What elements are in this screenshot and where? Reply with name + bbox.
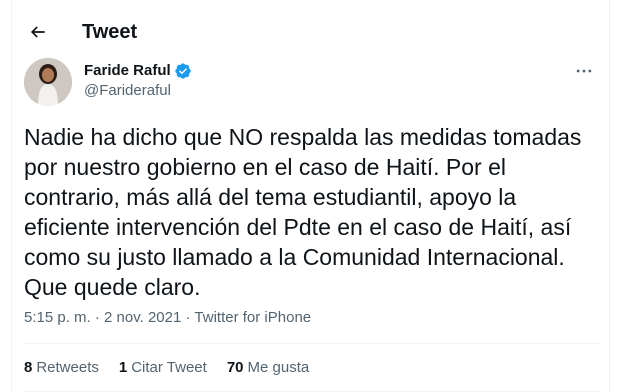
more-horizontal-icon — [576, 69, 592, 73]
tweet-date[interactable]: 2 nov. 2021 — [104, 309, 181, 326]
divider — [24, 343, 599, 344]
meta-separator: · — [181, 309, 195, 326]
likes-label: Me gusta — [247, 359, 310, 376]
name-row: Faride Raful — [84, 62, 192, 80]
tweet-detail-panel: Tweet Faride Raful @Farideraful Nadie ha… — [11, 0, 610, 392]
tweet-metadata: 5:15 p. m. · 2 nov. 2021 · Twitter for i… — [24, 308, 311, 328]
quote-tweets-count: 1 — [118, 359, 128, 376]
likes-stat[interactable]: 70 Me gusta — [227, 358, 309, 378]
back-button[interactable] — [22, 16, 54, 48]
author-handle[interactable]: @Farideraful — [84, 82, 171, 100]
arrow-left-icon — [30, 26, 45, 38]
verified-badge-icon — [174, 62, 192, 80]
engagement-stats: 8 Retweets 1 Citar Tweet 70 Me gusta — [24, 358, 329, 378]
tweet-text: Nadie ha dicho que NO respalda las medid… — [24, 124, 582, 300]
quote-tweets-label: Citar Tweet — [131, 359, 207, 376]
page-title: Tweet — [82, 21, 138, 43]
retweets-label: Retweets — [36, 359, 99, 376]
retweets-count: 8 — [24, 359, 33, 376]
tweet-time[interactable]: 5:15 p. m. — [24, 309, 91, 326]
avatar[interactable] — [24, 58, 72, 106]
author-block: Faride Raful @Farideraful — [24, 58, 599, 110]
more-options-button[interactable] — [569, 60, 599, 82]
tweet-source[interactable]: Twitter for iPhone — [194, 309, 311, 326]
likes-count: 70 — [226, 359, 244, 376]
header: Tweet — [12, 0, 609, 62]
avatar-image — [24, 58, 72, 106]
author-name[interactable]: Faride Raful — [84, 62, 171, 80]
meta-separator: · — [90, 309, 105, 326]
quote-tweets-stat[interactable]: 1 Citar Tweet — [119, 358, 207, 378]
retweets-stat[interactable]: 8 Retweets — [24, 358, 99, 378]
